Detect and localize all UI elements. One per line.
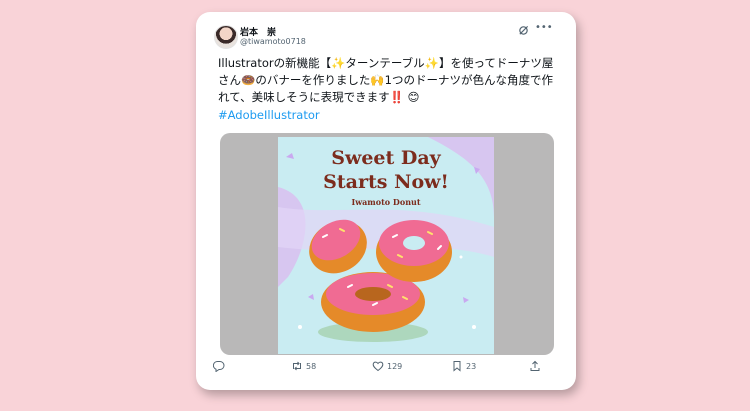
bookmark-count: 23 [466,361,477,371]
retweet-button[interactable]: 58 [291,360,316,372]
tweet-media[interactable]: Sweet Day Starts Now! Iwamoto Donut [220,133,554,355]
banner-title-line2: Starts Now! [323,171,449,193]
retweet-count: 58 [306,361,317,371]
more-icon[interactable]: ••• [535,22,553,33]
banner-title-line1: Sweet Day [331,147,441,169]
author-handle[interactable]: @tiwamoto0718 [240,37,306,46]
hashtag-link[interactable]: #AdobeIllustrator [218,108,320,122]
bookmark-icon [453,361,461,372]
banner-subtitle: Iwamoto Donut [351,197,421,207]
retweet-icon [293,361,301,371]
share-icon [530,360,540,371]
action-bar: 58 129 23 [196,360,576,376]
grok-icon[interactable] [518,25,529,36]
like-count: 129 [387,361,403,371]
donut-illustration [278,137,494,342]
donut-banner-image: Sweet Day Starts Now! Iwamoto Donut [278,137,494,354]
like-icon [372,361,384,372]
reply-icon [213,360,225,372]
reply-button[interactable] [213,360,228,372]
share-button[interactable] [529,360,544,372]
tweet-text: Illustratorの新機能【✨ターンテーブル✨】を使ってドーナツ屋さん🍩のバ… [218,56,554,104]
like-button[interactable]: 129 [372,360,402,372]
bookmark-button[interactable]: 23 [451,360,476,372]
avatar[interactable] [214,25,238,49]
tweet-card: 岩本 崇 @tiwamoto0718 ••• Illustratorの新機能【✨… [196,12,576,390]
